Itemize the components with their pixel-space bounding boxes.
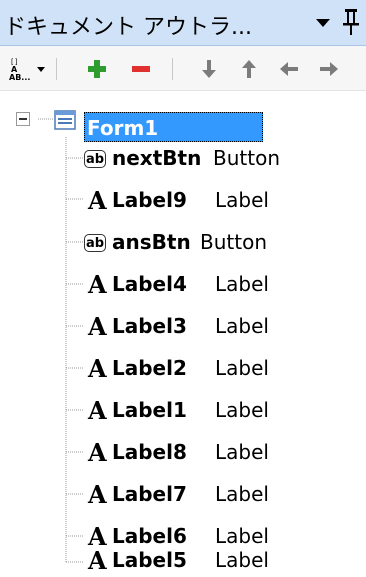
view-options-button[interactable]: [] A AB...: [8, 56, 48, 82]
toolbar-separator: [172, 58, 173, 80]
tree-item-name: Label8: [112, 440, 187, 464]
tree-item-name: Label9: [112, 188, 187, 212]
tree-item-label9[interactable]: A Label9 Label: [0, 184, 366, 220]
collapse-icon[interactable]: [16, 112, 30, 126]
tree-item-type: Button: [213, 146, 280, 170]
tree-item-type: Label: [215, 398, 269, 422]
label-icon: A: [88, 270, 107, 299]
tree-item-nextbtn[interactable]: ab nextBtn Button: [0, 142, 366, 178]
tree-item-name: ansBtn: [112, 230, 191, 254]
tree-item-label4[interactable]: A Label4 Label: [0, 268, 366, 304]
tree-item-label8[interactable]: A Label8 Label: [0, 436, 366, 472]
label-icon: A: [88, 546, 107, 575]
tree-item-name: Label1: [112, 398, 187, 422]
document-outline-tree: Form1 ab nextBtn Button A Label9 Label a…: [0, 92, 366, 577]
button-icon: ab: [84, 150, 106, 168]
tree-item-type: Label: [215, 188, 269, 212]
plus-icon[interactable]: [84, 56, 110, 82]
form-icon: [54, 110, 76, 130]
tree-item-label1[interactable]: A Label1 Label: [0, 394, 366, 430]
label-icon: A: [88, 480, 107, 509]
svg-text:AB...: AB...: [9, 73, 30, 82]
label-icon: A: [88, 438, 107, 467]
label-icon: A: [88, 186, 107, 215]
arrow-down-icon[interactable]: [196, 56, 222, 82]
tree-item-type: Label: [215, 272, 269, 296]
tree-item-label3[interactable]: A Label3 Label: [0, 310, 366, 346]
tree-item-type: Label: [215, 440, 269, 464]
arrow-right-icon[interactable]: [316, 56, 342, 82]
tree-item-type: Label: [215, 356, 269, 380]
tree-item-type: Label: [215, 482, 269, 506]
label-icon: A: [88, 354, 107, 383]
tree-item-type: Label: [215, 314, 269, 338]
tree-item-label5[interactable]: A Label5 Label: [0, 541, 366, 577]
tree-item-name: Label5: [112, 548, 187, 572]
tree-item-name: Label2: [112, 356, 187, 380]
label-icon: A: [88, 312, 107, 341]
window-title-bar: ドキュメント アウトラ...: [0, 0, 366, 46]
tree-root-row: Form1: [0, 100, 366, 142]
pin-icon[interactable]: [340, 7, 362, 37]
tree-item-ansbtn[interactable]: ab ansBtn Button: [0, 226, 366, 262]
text-format-icon: [] A AB...: [9, 58, 45, 82]
toolbar-separator: [56, 58, 57, 80]
button-icon: ab: [84, 234, 106, 252]
tree-item-type: Label: [215, 548, 269, 572]
tree-item-name: nextBtn: [112, 146, 202, 170]
dropdown-arrow-icon[interactable]: [314, 14, 332, 32]
arrow-left-icon[interactable]: [276, 56, 302, 82]
tree-item-form1[interactable]: Form1: [84, 112, 263, 142]
label-icon: A: [88, 396, 107, 425]
tree-item-name: Label3: [112, 314, 187, 338]
tree-item-label7[interactable]: A Label7 Label: [0, 478, 366, 514]
tree-item-type: Button: [200, 230, 267, 254]
window-title: ドキュメント アウトラ...: [4, 15, 252, 40]
tree-item-label2[interactable]: A Label2 Label: [0, 352, 366, 388]
arrow-up-icon[interactable]: [236, 56, 262, 82]
toolbar: [] A AB...: [0, 46, 366, 91]
minus-icon[interactable]: [128, 56, 154, 82]
tree-item-name: Form1: [87, 116, 159, 140]
tree-item-name: Label4: [112, 272, 187, 296]
tree-item-name: Label7: [112, 482, 187, 506]
